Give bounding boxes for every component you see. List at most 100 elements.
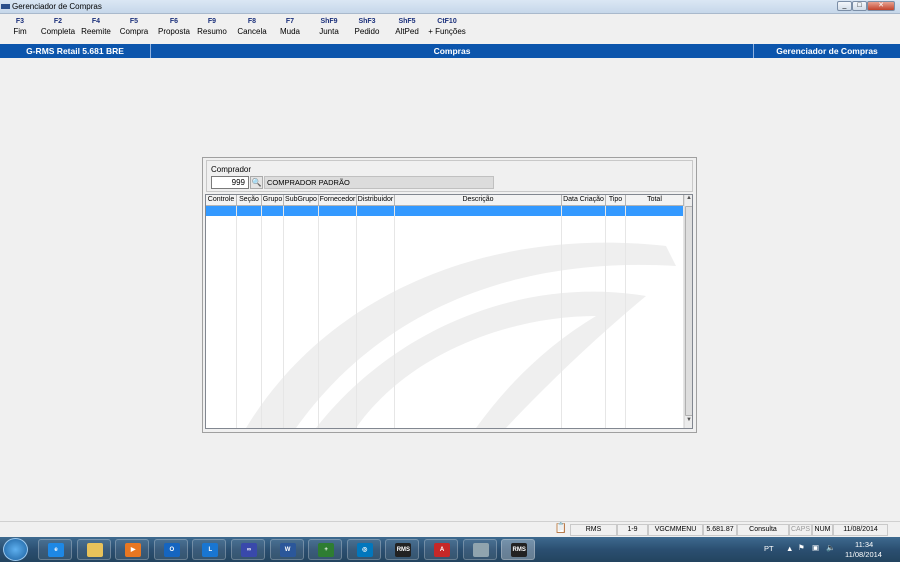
taskbar-media-player[interactable]: ▶ — [115, 539, 150, 560]
status-cell: CAPS — [789, 524, 812, 536]
comprador-name-field: COMPRADOR PADRÃO — [264, 176, 494, 189]
shortcut-key: F8 — [247, 18, 257, 25]
button-label: Pedido — [354, 27, 380, 36]
vertical-scrollbar[interactable]: ▲ ▼ — [684, 195, 692, 428]
column-6 — [395, 195, 562, 428]
shortcut-key: ShF5 — [398, 18, 416, 25]
taskbar-acrobat[interactable]: A — [424, 539, 458, 560]
clipboard-icon: 📋 — [554, 523, 568, 534]
toolbar-button-f6[interactable]: F6 Proposta — [154, 18, 194, 36]
toolbar-button-shf9[interactable]: ShF9 Junta — [309, 18, 349, 36]
column-0 — [206, 195, 237, 428]
lync-icon: L — [202, 543, 219, 557]
action-center-icon[interactable]: ⚑ — [798, 543, 805, 552]
column-5 — [357, 195, 395, 428]
taskbar-file-explorer[interactable] — [76, 539, 111, 560]
taskbar-rms-active[interactable]: RMS — [501, 539, 536, 560]
toolbar-button-f9[interactable]: F9 Resumo — [192, 18, 232, 36]
minimize-button[interactable]: _ — [837, 1, 852, 11]
internet-explorer-icon: e — [48, 543, 64, 557]
column-header[interactable]: Distribuidor — [357, 195, 395, 206]
network-icon[interactable]: ▣ — [812, 543, 819, 552]
close-button[interactable]: ✕ — [867, 1, 895, 11]
comprador-code-input[interactable]: 999 — [211, 176, 249, 189]
header-bar: G-RMS Retail 5.681 BRE Compras Gerenciad… — [0, 44, 900, 58]
toolbar-button-ctf10[interactable]: CtF10 + Funções — [427, 18, 467, 36]
shortcut-key: F6 — [169, 18, 179, 25]
title-bar: Gerenciador de Compras _ □ ✕ — [0, 0, 900, 14]
taskbar-app-doc[interactable] — [462, 539, 497, 560]
toolbar-button-f2[interactable]: F2 Completa — [38, 18, 78, 36]
start-button[interactable] — [3, 538, 28, 561]
toolbar-button-f5[interactable]: F5 Compra — [114, 18, 154, 36]
app-globe-icon: ◎ — [356, 543, 373, 557]
toolbar-button-shf3[interactable]: ShF3 Pedido — [347, 18, 387, 36]
column-header[interactable]: Data Criação — [562, 195, 606, 206]
column-8 — [606, 195, 626, 428]
status-cell: 1-9 — [617, 524, 648, 536]
button-label: Muda — [279, 27, 300, 36]
file-explorer-icon — [86, 543, 103, 557]
tray-expand-icon[interactable]: ▲ — [786, 544, 793, 553]
language-indicator[interactable]: PT — [764, 544, 774, 553]
clock-date[interactable]: 11/08/2014 — [845, 550, 882, 559]
column-header[interactable]: Tipo — [606, 195, 626, 206]
column-4 — [319, 195, 357, 428]
scroll-up-icon[interactable]: ▲ — [685, 195, 692, 205]
button-label: + Funções — [428, 27, 466, 36]
module-name: Compras — [151, 44, 754, 58]
column-header[interactable]: SubGrupo — [284, 195, 319, 206]
taskbar-internet-explorer[interactable]: e — [38, 539, 72, 560]
button-label: AltPed — [395, 27, 419, 36]
shortcut-key: ShF3 — [358, 18, 376, 25]
comprador-group: Comprador 999 🔍 COMPRADOR PADRÃO — [206, 160, 693, 192]
toolbar-button-f7[interactable]: F7 Muda — [270, 18, 310, 36]
binoculars-search-icon[interactable]: 🔍 — [250, 176, 263, 189]
column-header[interactable]: Fornecedor — [319, 195, 357, 206]
column-header[interactable]: Descrição — [395, 195, 562, 206]
column-header[interactable]: Total — [626, 195, 684, 206]
status-cell: VGCMMENU — [648, 524, 703, 536]
word-icon: W — [279, 543, 296, 557]
taskbar-outlook[interactable]: O — [153, 539, 188, 560]
function-toolbar: F3 Fim F2 Completa F4 Reemite F5 Compra F6 Propos… — [0, 14, 900, 44]
taskbar: PT ▲ ⚑ ▣ 🔈 11:34 11/08/2014 e ▶ O L ∞ W + ◎ RMS A… — [0, 537, 900, 562]
compras-panel: Comprador 999 🔍 COMPRADOR PADRÃO Control… — [202, 157, 697, 433]
shortcut-key: F3 — [15, 18, 25, 25]
button-label: Junta — [319, 27, 339, 36]
column-header[interactable]: Controle — [206, 195, 237, 206]
clock-time[interactable]: 11:34 — [855, 540, 873, 549]
window-title: Gerenciador de Compras — [12, 2, 102, 11]
button-label: Completa — [40, 27, 76, 36]
maximize-button[interactable]: □ — [852, 1, 867, 11]
column-header[interactable]: Grupo — [262, 195, 284, 206]
taskbar-app[interactable]: ∞ — [231, 539, 265, 560]
column-header[interactable]: Seção — [237, 195, 262, 206]
compras-table[interactable]: Controle Seção Grupo SubGrupo Fornecedor Dist… — [205, 194, 693, 429]
toolbar-button-f3[interactable]: F3 Fim — [0, 18, 40, 36]
column-9 — [626, 195, 684, 428]
taskbar-app-plus[interactable]: + — [308, 539, 343, 560]
toolbar-button-f4[interactable]: F4 Reemite — [76, 18, 116, 36]
column-1 — [237, 195, 262, 428]
taskbar-app-globe[interactable]: ◎ — [346, 539, 381, 560]
taskbar-word[interactable]: W — [269, 539, 304, 560]
toolbar-button-f8[interactable]: F8 Cancela — [232, 18, 272, 36]
toolbar-button-shf5[interactable]: ShF5 AltPed — [387, 18, 427, 36]
shortcut-key: F5 — [129, 18, 139, 25]
button-label: Reemite — [81, 27, 111, 36]
shortcut-key: F4 — [91, 18, 101, 25]
scroll-down-icon[interactable]: ▼ — [685, 417, 692, 427]
app-icon: ∞ — [241, 543, 257, 557]
product-version: G-RMS Retail 5.681 BRE — [0, 44, 151, 58]
shortcut-key: F7 — [285, 18, 295, 25]
button-label: Compra — [119, 27, 149, 36]
status-cell: NUM — [812, 524, 833, 536]
taskbar-lync[interactable]: L — [192, 539, 227, 560]
button-label: Proposta — [157, 27, 191, 36]
screen-name: Gerenciador de Compras — [776, 46, 878, 56]
scroll-thumb[interactable] — [685, 206, 692, 416]
taskbar-rms[interactable]: RMS — [385, 539, 420, 560]
status-cell: 5.681.87 — [703, 524, 737, 536]
volume-icon[interactable]: 🔈 — [826, 543, 835, 552]
